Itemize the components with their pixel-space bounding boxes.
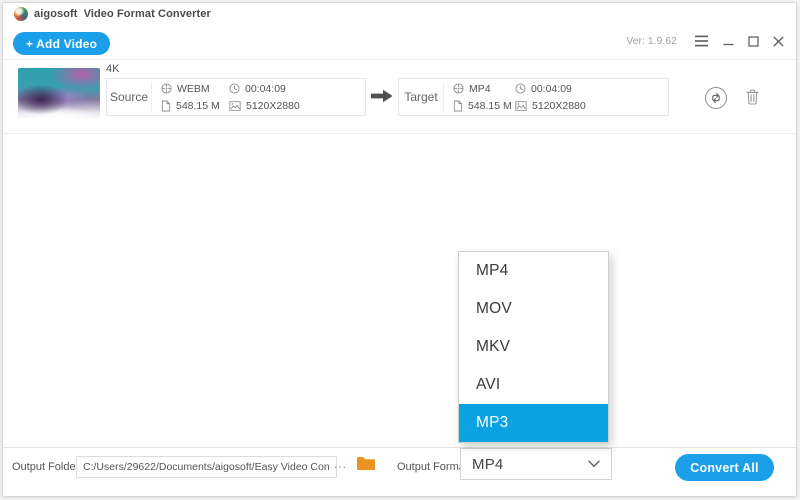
window-controls: Ver: 1.9.62: [626, 29, 784, 53]
titlebar: aigosoft Video Format Converter: [14, 7, 211, 21]
film-reel-icon: [161, 83, 172, 94]
browse-ellipsis-button[interactable]: ...: [334, 457, 347, 471]
row-divider: [3, 133, 796, 134]
film-reel-icon: [453, 83, 464, 94]
source-size: 548.15 M: [161, 100, 229, 112]
brand-name: aigosoft: [34, 8, 78, 20]
video-thumbnail[interactable]: [18, 68, 100, 119]
output-format-menu: MP4 MOV MKV AVI MP3: [458, 251, 609, 443]
version-label: Ver: 1.9.62: [626, 35, 677, 47]
output-folder-label: Output Folder:: [12, 461, 82, 473]
format-option-mov[interactable]: MOV: [459, 290, 608, 328]
close-icon[interactable]: [773, 36, 784, 47]
add-video-button[interactable]: + Add Video: [13, 32, 110, 55]
file-size-icon: [453, 100, 463, 112]
format-option-mp4[interactable]: MP4: [459, 252, 608, 290]
output-folder-input[interactable]: [76, 456, 337, 478]
convert-cycle-icon: [708, 90, 724, 106]
resolution-icon: [229, 101, 241, 111]
format-option-mp3[interactable]: MP3: [459, 404, 608, 442]
target-resolution: 5120X2880: [515, 100, 586, 112]
target-info-panel: Target MP4 00:04:09 548.15 M 5120X2880: [398, 78, 669, 116]
minimize-icon[interactable]: [723, 35, 734, 47]
source-info-panel: Source WEBM 00:04:09 548.15 M 5120X2880: [106, 78, 366, 116]
format-option-mkv[interactable]: MKV: [459, 328, 608, 366]
source-resolution: 5120X2880: [229, 100, 300, 112]
selected-format-value: MP4: [461, 456, 588, 473]
clock-icon: [229, 83, 240, 94]
app-window: aigosoft Video Format Converter + Add Vi…: [0, 0, 800, 500]
source-label: Source: [107, 79, 151, 115]
target-size: 548.15 M: [453, 100, 515, 112]
format-option-avi[interactable]: AVI: [459, 366, 608, 404]
source-stats: WEBM 00:04:09 548.15 M 5120X2880: [152, 79, 300, 115]
source-duration: 00:04:09: [229, 83, 300, 95]
clock-icon: [515, 83, 526, 94]
toolbar-divider: [3, 59, 796, 60]
target-format: MP4: [453, 83, 515, 95]
convert-all-button[interactable]: Convert All: [675, 454, 774, 481]
source-format: WEBM: [161, 83, 229, 95]
app-logo-icon: [14, 7, 28, 21]
convert-item-button[interactable]: [705, 87, 727, 109]
target-duration: 00:04:09: [515, 83, 586, 95]
quality-badge: 4K: [106, 63, 119, 75]
file-size-icon: [161, 100, 171, 112]
window-frame: [2, 2, 797, 497]
folder-icon[interactable]: [356, 455, 376, 472]
footer-divider: [3, 447, 796, 448]
chevron-down-icon: [588, 460, 600, 468]
trash-icon[interactable]: [746, 89, 759, 105]
maximize-icon[interactable]: [748, 36, 759, 47]
page-title: Video Format Converter: [84, 8, 211, 20]
arrow-right-icon: [371, 89, 393, 103]
target-stats: MP4 00:04:09 548.15 M 5120X2880: [444, 79, 586, 115]
target-label: Target: [399, 79, 443, 115]
output-format-select[interactable]: MP4: [460, 448, 612, 480]
resolution-icon: [515, 101, 527, 111]
menu-icon[interactable]: [694, 35, 709, 47]
